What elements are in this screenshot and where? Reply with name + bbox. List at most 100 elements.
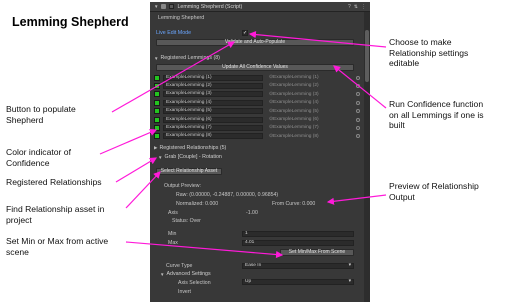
component-header[interactable]: ▼ Lemming Shepherd (Script) ? ⇅ ⋮ xyxy=(150,2,370,12)
foldout-arrow-icon[interactable]: ▼ xyxy=(154,56,158,61)
page-title: Lemming Shepherd xyxy=(12,15,129,29)
output-preview-label: Output Preview: xyxy=(164,183,201,189)
script-icon xyxy=(161,4,167,9)
lemming-object-ref[interactable]: ⊙ExampleLemming (8) xyxy=(269,134,356,139)
registered-relationships-foldout[interactable]: ▶ Registered Relationships (5) xyxy=(150,144,362,152)
lemming-name-field[interactable]: ExampleLemming (8) xyxy=(163,133,263,140)
component-name-row: Lemming Shepherd xyxy=(150,14,362,22)
annotation-set-minmax: Set Min or Max from active scene xyxy=(6,236,109,257)
axis-selection-label: Axis Selection xyxy=(178,280,211,286)
axis-selection-value: Up xyxy=(245,279,252,284)
axis-selection-dropdown[interactable]: Up ▾ xyxy=(242,279,354,285)
lemming-object-ref[interactable]: ⊙ExampleLemming (4) xyxy=(269,100,356,105)
update-confidence-button[interactable]: Update All Confidence Values xyxy=(156,64,354,71)
max-field[interactable]: 4.01 xyxy=(242,240,354,246)
lemming-object-ref-label: ExampleLemming (4) xyxy=(273,100,319,106)
axis-label: Axis xyxy=(168,210,178,216)
scrollbar[interactable] xyxy=(364,12,370,302)
annotation-populate: Button to populate Shepherd xyxy=(6,104,76,125)
confidence-color-indicator xyxy=(154,116,160,123)
confidence-color-indicator xyxy=(154,82,160,89)
annotation-confidence: Run Confidence function on all Lemmings … xyxy=(389,99,484,130)
confidence-color-indicator xyxy=(154,108,160,115)
lemming-name-field[interactable]: ExampleLemming (4) xyxy=(163,99,263,106)
set-minmax-button[interactable]: Set Min/Max From Scene xyxy=(280,249,354,256)
registered-lemmings-foldout[interactable]: ▼ Registered Lemmings (8) xyxy=(150,54,362,62)
select-relationship-button[interactable]: Select Relationship Asset xyxy=(156,168,222,175)
dropdown-arrow-icon: ▾ xyxy=(348,279,351,284)
object-picker-icon[interactable] xyxy=(356,100,360,105)
invert-label: Invert xyxy=(178,289,191,295)
lemming-object-ref[interactable]: ⊙ExampleLemming (3) xyxy=(269,92,356,97)
foldout-arrow-icon[interactable]: ▼ xyxy=(158,155,162,160)
lemming-row: ExampleLemming (7) ⊙ExampleLemming (7) xyxy=(154,124,360,131)
lemming-name-field[interactable]: ExampleLemming (7) xyxy=(163,124,263,131)
min-field[interactable]: 1 xyxy=(242,231,354,237)
annotation-live-edit: Choose to make Relationship settings edi… xyxy=(389,37,469,68)
lemming-row: ExampleLemming (4) ⊙ExampleLemming (4) xyxy=(154,99,360,106)
foldout-arrow-icon[interactable]: ▼ xyxy=(160,272,164,277)
preset-icon[interactable]: ⇅ xyxy=(354,4,358,10)
lemming-object-ref-label: ExampleLemming (7) xyxy=(273,125,319,131)
curve-type-value: Ease In xyxy=(245,263,262,268)
scrollbar-thumb[interactable] xyxy=(365,30,369,82)
help-icon[interactable]: ? xyxy=(348,4,351,10)
foldout-arrow-icon[interactable]: ▶ xyxy=(154,145,157,151)
curve-type-dropdown[interactable]: Ease In ▾ xyxy=(242,263,354,269)
component-enabled-checkbox[interactable] xyxy=(169,4,175,9)
min-label: Min xyxy=(168,231,177,237)
registered-lemmings-label: Registered Lemmings (8) xyxy=(160,55,220,61)
lemming-name-field[interactable]: ExampleLemming (6) xyxy=(163,116,263,123)
component-name: Lemming Shepherd xyxy=(158,15,205,21)
from-curve-value: From Curve: 0.000 xyxy=(272,201,316,207)
lemming-name-field[interactable]: ExampleLemming (2) xyxy=(163,82,263,89)
lemming-row: ExampleLemming (5) ⊙ExampleLemming (5) xyxy=(154,108,360,115)
confidence-color-indicator xyxy=(154,99,160,106)
object-picker-icon[interactable] xyxy=(356,125,360,130)
object-picker-icon[interactable] xyxy=(356,75,360,80)
axis-value: -1.00 xyxy=(246,210,258,216)
confidence-color-indicator xyxy=(154,91,160,98)
relationship-item-label: Grab [Couple] - Rotation xyxy=(164,154,222,160)
lemming-object-ref[interactable]: ⊙ExampleLemming (1) xyxy=(269,75,356,80)
lemming-name-field[interactable]: ExampleLemming (3) xyxy=(163,91,263,98)
inspector-panel: ▼ Lemming Shepherd (Script) ? ⇅ ⋮ Lemmin… xyxy=(150,2,370,302)
collapse-arrow-icon[interactable]: ▼ xyxy=(154,4,158,9)
live-edit-row: Live Edit Mode ✓ xyxy=(150,29,362,37)
lemming-row: ExampleLemming (8) ⊙ExampleLemming (8) xyxy=(154,133,360,140)
lemming-object-ref[interactable]: ⊙ExampleLemming (6) xyxy=(269,117,356,122)
arrow-color xyxy=(99,129,158,155)
object-picker-icon[interactable] xyxy=(356,109,360,114)
lemming-object-ref-label: ExampleLemming (1) xyxy=(273,75,319,80)
confidence-color-indicator xyxy=(154,133,160,140)
lemming-name-field[interactable]: ExampleLemming (1) xyxy=(163,74,263,81)
curve-type-label: Curve Type xyxy=(166,263,193,269)
lemming-object-ref[interactable]: ⊙ExampleLemming (2) xyxy=(269,83,356,88)
lemming-object-ref[interactable]: ⊙ExampleLemming (7) xyxy=(269,125,356,130)
object-picker-icon[interactable] xyxy=(356,134,360,139)
lemming-row: ExampleLemming (2) ⊙ExampleLemming (2) xyxy=(154,82,360,89)
annotation-find-asset: Find Relationship asset in project xyxy=(6,204,105,225)
confidence-color-indicator xyxy=(154,74,160,81)
lemming-object-ref[interactable]: ⊙ExampleLemming (5) xyxy=(269,109,356,114)
lemming-row: ExampleLemming (6) ⊙ExampleLemming (6) xyxy=(154,116,360,123)
annotation-relationships: Registered Relationships xyxy=(6,177,102,187)
advanced-settings-foldout[interactable]: ▼ Advanced Settings xyxy=(150,270,362,278)
annotation-preview: Preview of Relationship Output xyxy=(389,181,479,202)
lemming-object-ref-label: ExampleLemming (5) xyxy=(273,108,319,114)
lemming-object-ref-label: ExampleLemming (2) xyxy=(273,83,319,89)
lemming-row: ExampleLemming (3) ⊙ExampleLemming (3) xyxy=(154,91,360,98)
relationship-item[interactable]: ▼ Grab [Couple] - Rotation xyxy=(150,153,362,161)
confidence-color-indicator xyxy=(154,124,160,131)
object-picker-icon[interactable] xyxy=(356,92,360,97)
object-picker-icon[interactable] xyxy=(356,117,360,122)
dropdown-arrow-icon: ▾ xyxy=(348,263,351,268)
live-edit-checkbox[interactable]: ✓ xyxy=(242,30,248,36)
validate-populate-button[interactable]: Validate and Auto-Populate xyxy=(156,39,354,46)
registered-relationships-label: Registered Relationships (5) xyxy=(159,145,227,151)
lemming-name-field[interactable]: ExampleLemming (5) xyxy=(163,108,263,115)
raw-value: Raw: (0.00000, -0.24887, 0.00000, 0.9685… xyxy=(176,192,279,198)
object-picker-icon[interactable] xyxy=(356,83,360,88)
advanced-settings-label: Advanced Settings xyxy=(166,271,211,277)
more-menu-icon[interactable]: ⋮ xyxy=(361,4,366,10)
